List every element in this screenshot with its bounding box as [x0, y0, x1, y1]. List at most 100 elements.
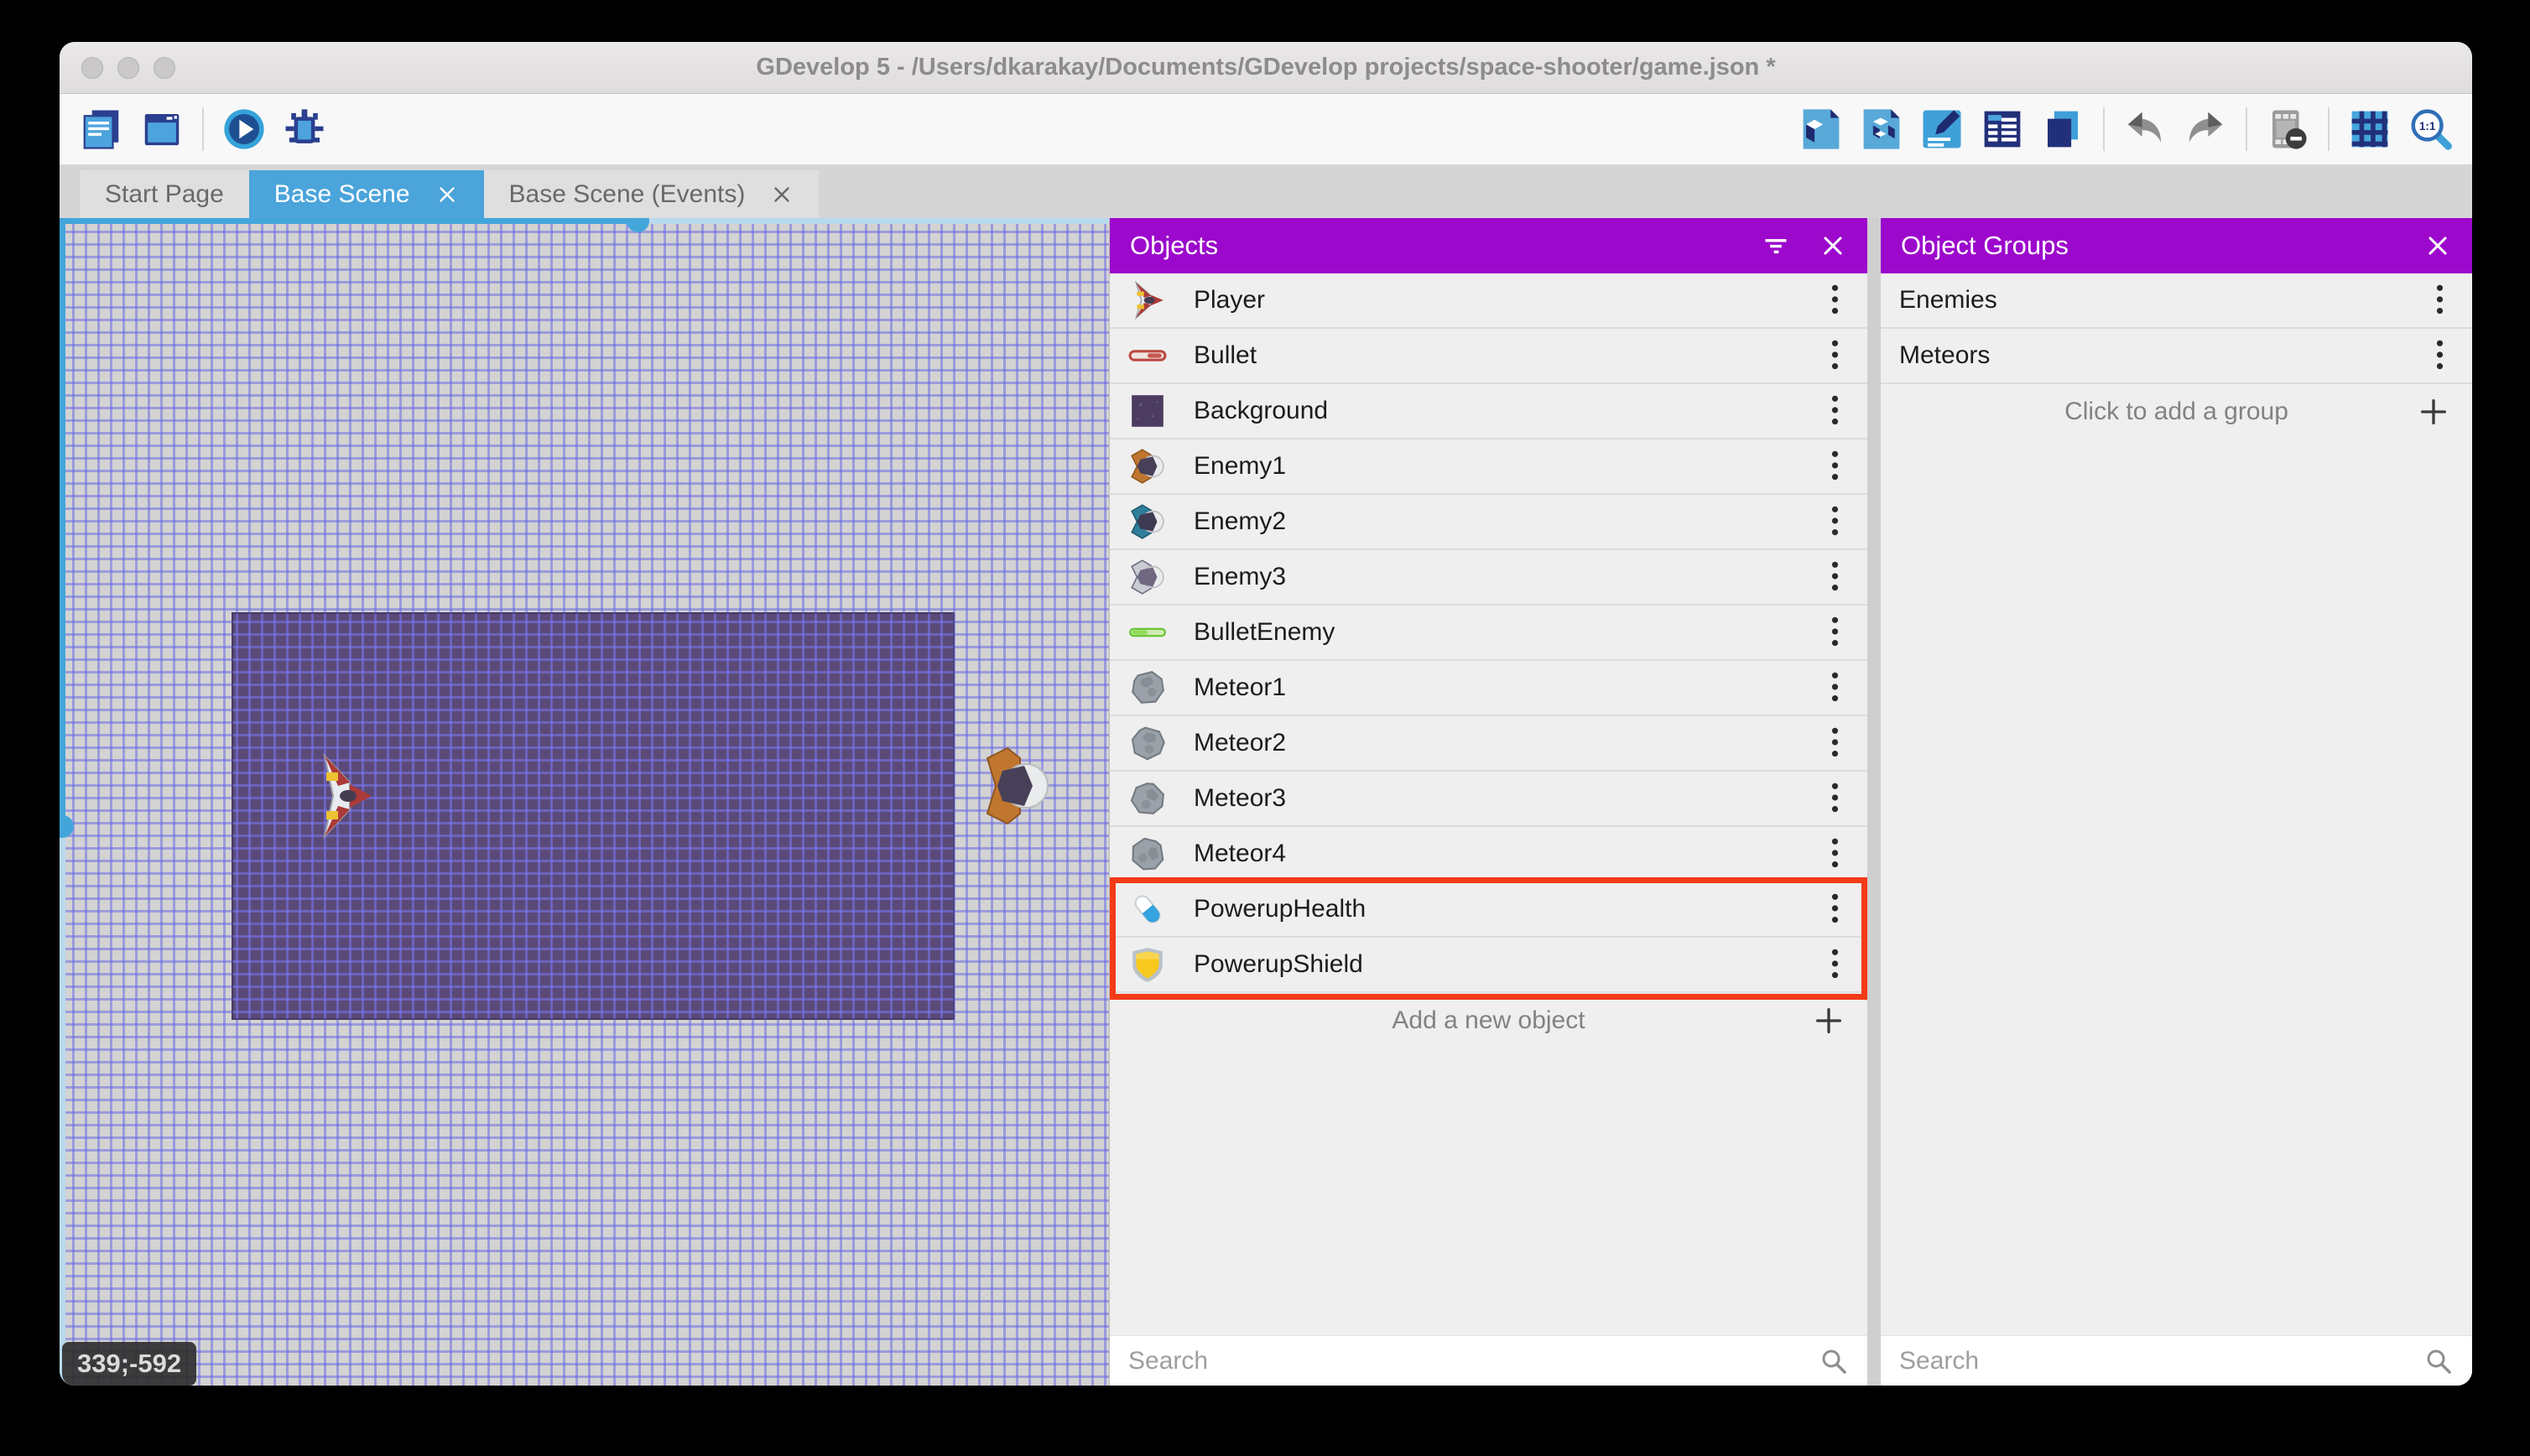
row-menu-icon[interactable]: [1821, 777, 1849, 819]
object-row[interactable]: Enemy2: [1110, 495, 1867, 550]
plus-icon[interactable]: [2417, 395, 2450, 429]
row-menu-icon[interactable]: [1821, 611, 1849, 653]
row-menu-icon[interactable]: [1821, 888, 1849, 930]
toolbar-divider: [2246, 107, 2247, 151]
group-row[interactable]: Enemies: [1881, 273, 2472, 329]
toolbar-divider: [202, 107, 204, 151]
row-menu-icon[interactable]: [1821, 944, 1849, 985]
add-object-button[interactable]: Add a new object: [1110, 993, 1867, 1048]
row-menu-icon[interactable]: [1821, 335, 1849, 377]
plus-icon[interactable]: [1812, 1004, 1845, 1037]
vertical-scroll-thumb[interactable]: [60, 218, 65, 826]
objects-panel-empty-area: [1110, 1048, 1867, 1335]
object-row[interactable]: Meteor4: [1110, 827, 1867, 882]
title-bar: GDevelop 5 - /Users/dkarakay/Documents/G…: [60, 42, 2472, 94]
object-row[interactable]: Enemy3: [1110, 550, 1867, 606]
object-row[interactable]: BulletEnemy: [1110, 606, 1867, 661]
close-panel-icon[interactable]: [2423, 231, 2452, 260]
close-panel-icon[interactable]: [1819, 231, 1847, 260]
object-name: PowerupShield: [1194, 950, 1363, 978]
group-name: Enemies: [1899, 286, 1997, 314]
group-row[interactable]: Meteors: [1881, 329, 2472, 384]
toolbar: 1:1: [60, 94, 2472, 164]
object-name: Meteor4: [1194, 840, 1287, 867]
object-row[interactable]: Enemy1: [1110, 439, 1867, 495]
row-menu-icon[interactable]: [1821, 390, 1849, 432]
start-page-icon[interactable]: [138, 105, 186, 153]
row-menu-icon[interactable]: [2426, 335, 2454, 377]
object-row[interactable]: Bullet: [1110, 329, 1867, 384]
row-menu-icon[interactable]: [1821, 279, 1849, 321]
groups-panel-empty-area: [1881, 439, 2472, 1335]
toggle-instances-mask-icon[interactable]: [2263, 105, 2312, 153]
instances-list-icon[interactable]: [1978, 105, 2027, 153]
main-content: 339;-592 Objects Player Bullet Backgroun…: [60, 218, 2472, 1386]
vertical-scroll-track[interactable]: [60, 218, 74, 1386]
zoom-original-icon[interactable]: 1:1: [2406, 105, 2455, 153]
scene-editor-canvas[interactable]: 339;-592: [60, 218, 1109, 1386]
tab-close-icon[interactable]: [770, 183, 794, 206]
object-groups-panel-icon[interactable]: [1857, 105, 1906, 153]
objects-search-input[interactable]: [1128, 1346, 1819, 1375]
toggle-grid-icon[interactable]: [2345, 105, 2394, 153]
object-row[interactable]: Player: [1110, 273, 1867, 329]
row-menu-icon[interactable]: [2426, 279, 2454, 321]
close-window-button[interactable]: [81, 56, 103, 79]
object-row[interactable]: PowerupHealth: [1110, 882, 1867, 938]
object-row[interactable]: Background: [1110, 384, 1867, 439]
object-row[interactable]: Meteor3: [1110, 772, 1867, 827]
groups-search-input[interactable]: [1899, 1346, 2423, 1375]
panel-divider: [1867, 218, 1881, 1386]
filter-icon[interactable]: [1762, 231, 1790, 260]
horizontal-scroll-track[interactable]: [60, 218, 1109, 232]
enemy-ship-instance[interactable]: [982, 745, 1051, 827]
vertical-scroll-handle[interactable]: [60, 815, 74, 838]
row-menu-icon[interactable]: [1821, 833, 1849, 875]
group-name: Meteors: [1899, 341, 1991, 369]
object-name: Enemy3: [1194, 563, 1287, 590]
object-name: Bullet: [1194, 341, 1257, 369]
row-menu-icon[interactable]: [1821, 667, 1849, 709]
toolbar-divider: [2328, 107, 2330, 151]
object-name: Meteor2: [1194, 729, 1287, 757]
tab[interactable]: Start Page: [80, 170, 249, 218]
tab[interactable]: Base Scene (Events): [483, 170, 820, 218]
minimize-window-button[interactable]: [117, 56, 139, 79]
player-ship-instance[interactable]: [313, 751, 375, 841]
debug-icon[interactable]: [280, 105, 329, 153]
search-icon[interactable]: [2423, 1346, 2454, 1376]
horizontal-scroll-handle[interactable]: [627, 218, 649, 232]
object-row[interactable]: Meteor2: [1110, 716, 1867, 772]
search-icon[interactable]: [1819, 1346, 1849, 1376]
tab-close-icon[interactable]: [435, 183, 459, 206]
object-thumbnail-icon: [1128, 724, 1167, 762]
row-menu-icon[interactable]: [1821, 556, 1849, 598]
svg-text:1:1: 1:1: [2419, 120, 2436, 133]
objects-panel: Objects Player Bullet Background Enemy1 …: [1109, 218, 1867, 1386]
row-menu-icon[interactable]: [1821, 445, 1849, 487]
project-manager-icon[interactable]: [77, 105, 126, 153]
object-thumbnail-icon: [1128, 945, 1167, 984]
layers-icon[interactable]: [2038, 105, 2087, 153]
object-name: Enemy2: [1194, 507, 1287, 535]
fullscreen-window-button[interactable]: [154, 56, 175, 79]
scene-properties-icon[interactable]: [1918, 105, 1966, 153]
horizontal-scroll-thumb[interactable]: [60, 218, 638, 224]
add-group-button[interactable]: Click to add a group: [1881, 384, 2472, 439]
undo-icon[interactable]: [2121, 105, 2169, 153]
object-thumbnail-icon: [1128, 779, 1167, 818]
object-row[interactable]: PowerupShield: [1110, 938, 1867, 993]
object-thumbnail-icon: [1128, 835, 1167, 873]
preview-play-icon[interactable]: [220, 105, 268, 153]
row-menu-icon[interactable]: [1821, 722, 1849, 764]
row-menu-icon[interactable]: [1821, 501, 1849, 543]
object-name: BulletEnemy: [1194, 618, 1335, 646]
object-name: Background: [1194, 397, 1329, 424]
app-window: GDevelop 5 - /Users/dkarakay/Documents/G…: [60, 42, 2472, 1386]
object-row[interactable]: Meteor1: [1110, 661, 1867, 716]
object-thumbnail-icon: [1128, 613, 1167, 652]
tab[interactable]: Base Scene: [248, 170, 484, 218]
toolbar-right-group: 1:1: [1791, 105, 2460, 153]
objects-panel-icon[interactable]: [1797, 105, 1845, 153]
redo-icon[interactable]: [2181, 105, 2230, 153]
